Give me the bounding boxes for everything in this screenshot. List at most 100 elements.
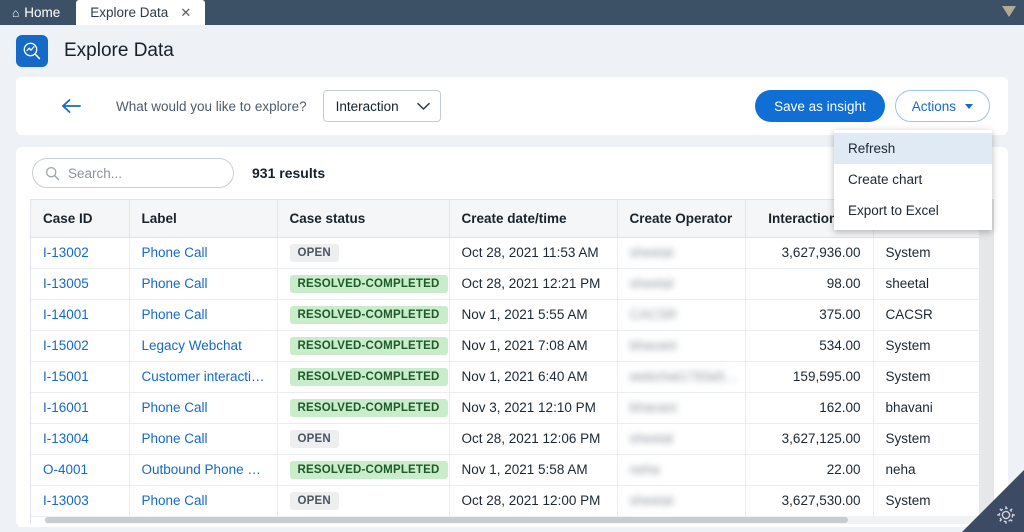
tab-explore-data-label: Explore Data	[90, 5, 169, 20]
menu-item-create-chart[interactable]: Create chart	[834, 164, 992, 195]
cell-create-operator: CACSR	[617, 299, 746, 331]
cell-create-datetime: Nov 1, 2021 6:40 AM	[449, 361, 618, 393]
status-badge: RESOLVED-COMPLETED	[289, 274, 448, 293]
cell-label[interactable]: Outbound Phone …	[129, 454, 278, 486]
cell-update-operator: System	[873, 330, 993, 362]
cell-create-operator: neha	[617, 454, 746, 486]
actions-button[interactable]: Actions	[894, 90, 990, 122]
save-as-insight-button[interactable]: Save as insight	[755, 90, 885, 122]
cell-create-operator: sheetal	[617, 423, 746, 455]
table-row[interactable]: I-14001 Phone Call RESOLVED-COMPLETED Nov 1…	[31, 299, 993, 331]
cell-label[interactable]: Phone Call	[129, 485, 278, 517]
cell-case-status: OPEN	[277, 237, 450, 269]
explore-question-label: What would you like to explore?	[116, 98, 307, 114]
table-row[interactable]: I-13005 Phone Call RESOLVED-COMPLETED Oct 2…	[31, 268, 993, 300]
page-title: Explore Data	[64, 40, 174, 61]
cell-interaction-time: 159,595.00	[745, 361, 874, 393]
table-row[interactable]: I-13002 Phone Call OPEN Oct 28, 2021 11:53 …	[31, 237, 993, 269]
cell-update-operator: System	[873, 361, 993, 393]
cell-case-id[interactable]: I-15001	[31, 361, 130, 393]
cell-case-id[interactable]: I-14001	[31, 299, 130, 331]
table-row[interactable]: I-15002 Legacy Webchat RESOLVED-COMPLETED N…	[31, 330, 993, 362]
home-icon: ⌂	[12, 5, 20, 20]
cell-case-id[interactable]: I-13003	[31, 485, 130, 517]
cell-label[interactable]: Legacy Webchat	[129, 330, 278, 362]
cell-case-id[interactable]: I-16001	[31, 392, 130, 424]
cell-case-status: RESOLVED-COMPLETED	[277, 392, 450, 424]
table-horizontal-scrollbar[interactable]	[45, 516, 979, 524]
cell-label[interactable]: Phone Call	[129, 268, 278, 300]
table-row[interactable]: I-13004 Phone Call OPEN Oct 28, 2021 12:06 …	[31, 423, 993, 455]
column-header-case-status[interactable]: Case status	[277, 200, 450, 238]
cell-create-datetime: Oct 28, 2021 11:53 AM	[449, 237, 618, 269]
scroll-thumb[interactable]	[45, 517, 849, 523]
entity-select[interactable]: Interaction	[322, 90, 441, 122]
table-row[interactable]: O-4001 Outbound Phone … RESOLVED-COMPLETED…	[31, 454, 993, 486]
gear-icon[interactable]	[993, 502, 1019, 528]
table-body: I-13002 Phone Call OPEN Oct 28, 2021 11:53 …	[31, 237, 993, 524]
cell-interaction-time: 534.00	[745, 330, 874, 362]
cell-create-operator: sheetal	[617, 485, 746, 517]
cell-create-operator: webchat1793a5…	[617, 361, 746, 393]
cell-create-datetime: Oct 28, 2021 12:06 PM	[449, 423, 618, 455]
column-header-label[interactable]: Label	[129, 200, 278, 238]
cell-label[interactable]: Phone Call	[129, 423, 278, 455]
entity-select-value: Interaction	[335, 98, 399, 114]
status-badge: OPEN	[289, 243, 339, 262]
cell-create-operator: sheetal	[617, 268, 746, 300]
cell-create-datetime: Nov 1, 2021 5:55 AM	[449, 299, 618, 331]
table-row[interactable]: I-16001 Phone Call RESOLVED-COMPLETED Nov 3…	[31, 392, 993, 424]
status-badge: RESOLVED-COMPLETED	[289, 305, 448, 324]
caret-down-icon	[965, 103, 973, 109]
cell-case-status: RESOLVED-COMPLETED	[277, 299, 450, 331]
chevron-down-icon	[416, 102, 430, 111]
tab-home[interactable]: ⌂ Home	[0, 0, 76, 25]
column-header-case-id[interactable]: Case ID	[31, 200, 130, 238]
actions-button-label: Actions	[911, 98, 956, 114]
menu-item-refresh[interactable]: Refresh	[834, 133, 992, 164]
explore-card: What would you like to explore? Interact…	[16, 77, 1008, 135]
table-row[interactable]: I-13003 Phone Call OPEN Oct 28, 2021 12:00 …	[31, 485, 993, 517]
tab-explore-data[interactable]: Explore Data ✕	[76, 0, 206, 25]
cell-update-operator: bhavani	[873, 392, 993, 424]
cell-create-operator: sheetal	[617, 237, 746, 269]
cell-case-status: OPEN	[277, 485, 450, 517]
search-box[interactable]	[32, 158, 234, 188]
cell-case-status: OPEN	[277, 423, 450, 455]
cell-case-id[interactable]: I-13002	[31, 237, 130, 269]
cell-label[interactable]: Customer interacti…	[129, 361, 278, 393]
cell-interaction-time: 3,627,530.00	[745, 485, 874, 517]
close-icon[interactable]: ✕	[180, 6, 191, 19]
search-icon	[45, 166, 60, 181]
cell-case-status: RESOLVED-COMPLETED	[277, 268, 450, 300]
search-input[interactable]	[68, 165, 221, 181]
cell-label[interactable]: Phone Call	[129, 392, 278, 424]
explore-data-icon	[16, 35, 48, 67]
cell-interaction-time: 3,627,125.00	[745, 423, 874, 455]
column-header-create-datetime[interactable]: Create date/time	[449, 200, 618, 238]
table-row[interactable]: I-15001 Customer interacti… RESOLVED-COMPL…	[31, 361, 993, 393]
menu-item-export-to-excel[interactable]: Export to Excel	[834, 195, 992, 226]
browser-tab-bar: ⌂ Home Explore Data ✕	[0, 0, 1024, 25]
column-header-create-operator[interactable]: Create Operator	[617, 200, 746, 238]
cell-case-id[interactable]: O-4001	[31, 454, 130, 486]
cell-create-operator: bhavani	[617, 392, 746, 424]
caret-down-icon[interactable]	[1002, 6, 1016, 17]
results-count: 931 results	[252, 165, 326, 181]
explore-bar: What would you like to explore? Interact…	[16, 77, 1008, 135]
results-table: Case ID Label Case status Create date/ti…	[31, 200, 993, 524]
cell-update-operator: System	[873, 237, 993, 269]
back-arrow-icon[interactable]	[60, 98, 82, 114]
status-badge: RESOLVED-COMPLETED	[289, 336, 448, 355]
cell-label[interactable]: Phone Call	[129, 237, 278, 269]
cell-case-id[interactable]: I-13005	[31, 268, 130, 300]
status-badge: OPEN	[289, 429, 339, 448]
cell-case-id[interactable]: I-13004	[31, 423, 130, 455]
explore-actions: Save as insight Actions	[755, 90, 990, 122]
page-header: Explore Data	[0, 25, 1024, 77]
actions-dropdown-menu: Refresh Create chart Export to Excel	[834, 130, 992, 230]
cell-case-id[interactable]: I-15002	[31, 330, 130, 362]
cell-create-datetime: Nov 1, 2021 5:58 AM	[449, 454, 618, 486]
cell-update-operator: sheetal	[873, 268, 993, 300]
cell-label[interactable]: Phone Call	[129, 299, 278, 331]
